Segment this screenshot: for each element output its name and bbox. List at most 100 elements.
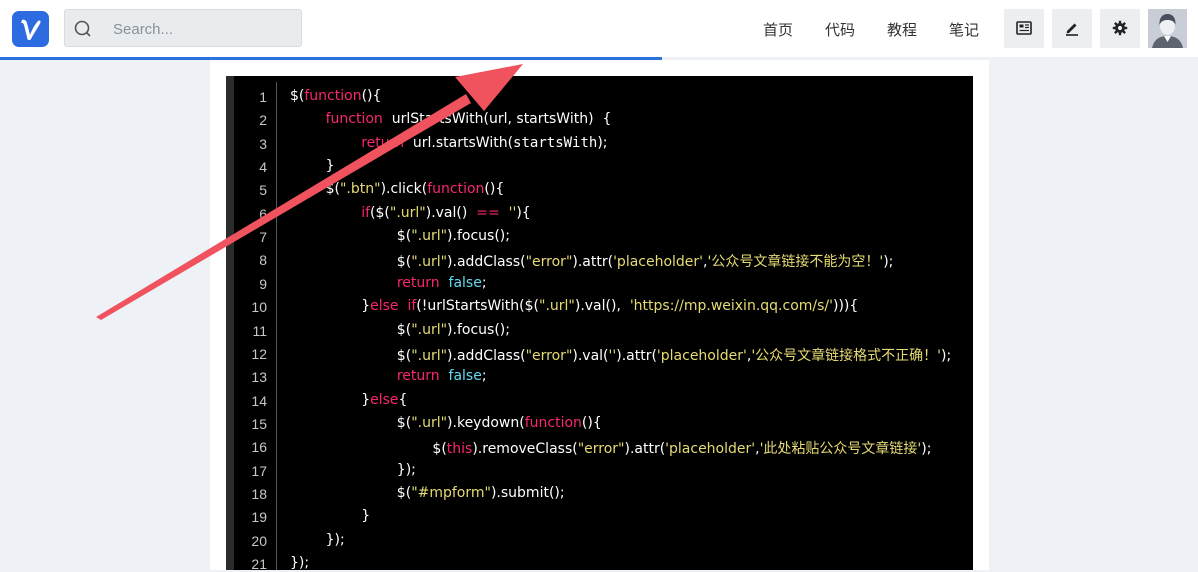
line-number: 7 bbox=[259, 229, 267, 246]
code-token: == bbox=[476, 204, 500, 221]
code-token: ))){ bbox=[832, 298, 859, 315]
code-token: { bbox=[398, 391, 408, 408]
code-token: ; bbox=[481, 274, 487, 291]
code-token: ){ bbox=[516, 204, 531, 221]
code-token: ).keydown( bbox=[447, 414, 525, 431]
line-number: 11 bbox=[252, 322, 267, 339]
code-line: return false; bbox=[290, 275, 487, 291]
code-line: $("#mpform").submit(); bbox=[290, 485, 565, 501]
code-token: (){ bbox=[581, 414, 602, 431]
code-token: }); bbox=[290, 461, 416, 478]
code-line: $(this).removeClass("error").attr('place… bbox=[290, 438, 931, 458]
site-logo[interactable] bbox=[12, 11, 49, 47]
code-line: return false; bbox=[290, 368, 487, 384]
line-number: 15 bbox=[251, 415, 267, 432]
code-token: ).attr( bbox=[616, 347, 657, 364]
avatar-icon bbox=[1148, 9, 1187, 48]
nav-code[interactable]: 代码 bbox=[825, 19, 855, 39]
code-token: function bbox=[427, 181, 485, 198]
code-token: $( bbox=[290, 441, 447, 458]
code-token: ".btn" bbox=[339, 181, 381, 198]
code-line: $(function(){ bbox=[290, 88, 381, 104]
line-number: 8 bbox=[259, 252, 267, 269]
code-token: ).addClass( bbox=[447, 254, 526, 271]
code-token: url.startsWith( bbox=[404, 134, 514, 151]
code-line: $(".btn").click(function(){ bbox=[290, 181, 505, 198]
code-token: ).removeClass( bbox=[472, 441, 578, 458]
code-token: else bbox=[370, 298, 399, 315]
line-number: 20 bbox=[251, 532, 267, 549]
line-number: 1 bbox=[259, 89, 267, 105]
code-token: urlStartsWith(url, startsWith) { bbox=[382, 111, 612, 128]
code-token: ".url" bbox=[411, 321, 448, 338]
code-token: ); bbox=[597, 134, 608, 151]
code-line: function urlStartsWith(url, startsWith) … bbox=[290, 111, 612, 128]
code-token: '公众号文章链接格式不正确！' bbox=[751, 347, 942, 364]
code-token: ($( bbox=[370, 204, 390, 221]
code-token: $( bbox=[290, 88, 305, 104]
logo-v-icon bbox=[21, 19, 41, 41]
code-line: }else{ bbox=[290, 392, 407, 408]
code-token: ).focus(); bbox=[447, 228, 510, 245]
code-token: $( bbox=[290, 414, 412, 431]
code-token: $( bbox=[290, 347, 412, 364]
search-input[interactable] bbox=[111, 18, 295, 40]
code-token: "error" bbox=[577, 441, 625, 458]
code-line: $(".url").keydown(function(){ bbox=[290, 415, 602, 431]
code-token: "error" bbox=[525, 347, 573, 364]
code-token: ).attr( bbox=[572, 254, 614, 271]
code-token: ; bbox=[481, 368, 487, 385]
code-token: function bbox=[325, 111, 383, 128]
code-token: ).val() bbox=[425, 204, 477, 221]
edit-button[interactable] bbox=[1052, 9, 1092, 48]
code-token: ".url" bbox=[539, 298, 575, 315]
code-token: '此处粘贴公众号文章链接' bbox=[759, 441, 922, 458]
gear-icon bbox=[1112, 20, 1128, 36]
nav-tutorial[interactable]: 教程 bbox=[887, 19, 917, 39]
nav-notes[interactable]: 笔记 bbox=[949, 19, 979, 39]
news-button[interactable] bbox=[1004, 9, 1044, 48]
settings-button[interactable] bbox=[1100, 9, 1140, 48]
code-token: } bbox=[290, 508, 371, 525]
code-token: 'placeholder' bbox=[656, 347, 747, 364]
nav-home[interactable]: 首页 bbox=[763, 19, 793, 39]
line-number: 16 bbox=[251, 439, 267, 456]
code-token: $( bbox=[290, 181, 340, 198]
line-number: 5 bbox=[259, 182, 267, 199]
line-number: 13 bbox=[251, 369, 267, 386]
code-token: (){ bbox=[484, 181, 505, 198]
code-token: return bbox=[361, 134, 405, 151]
code-line: $(".url").focus(); bbox=[290, 228, 510, 244]
code-token: 'placeholder' bbox=[613, 254, 704, 271]
user-avatar[interactable] bbox=[1148, 9, 1187, 48]
code-line: } bbox=[290, 158, 335, 174]
code-token: false bbox=[448, 274, 482, 291]
line-number: 4 bbox=[259, 159, 267, 176]
code-line: }); bbox=[290, 555, 309, 571]
line-number: 10 bbox=[251, 299, 267, 316]
code-token: ).focus(); bbox=[447, 321, 510, 338]
code-token: $( bbox=[290, 228, 412, 245]
line-number: 18 bbox=[251, 485, 267, 502]
code-token: } bbox=[290, 391, 371, 408]
code-line: return url.startsWith(startsWith); bbox=[290, 134, 608, 151]
search-box[interactable] bbox=[64, 9, 302, 47]
line-number: 3 bbox=[259, 135, 267, 152]
code-line: }); bbox=[290, 532, 345, 548]
code-token: '公众号文章链接不能为空！' bbox=[707, 254, 884, 271]
code-line: }else if(!urlStartsWith($(".url").val(),… bbox=[290, 298, 858, 314]
code-line: } bbox=[290, 508, 370, 524]
line-number: 14 bbox=[251, 392, 267, 409]
code-token: 'placeholder' bbox=[665, 441, 756, 458]
code-token: this bbox=[446, 441, 473, 458]
news-icon bbox=[1016, 21, 1032, 35]
code-token: 'https://mp.weixin.qq.com/s/' bbox=[629, 298, 833, 315]
edit-icon bbox=[1066, 23, 1078, 36]
code-line: if($(".url").val() == ''){ bbox=[290, 204, 531, 221]
code-token: ).attr( bbox=[624, 441, 666, 458]
